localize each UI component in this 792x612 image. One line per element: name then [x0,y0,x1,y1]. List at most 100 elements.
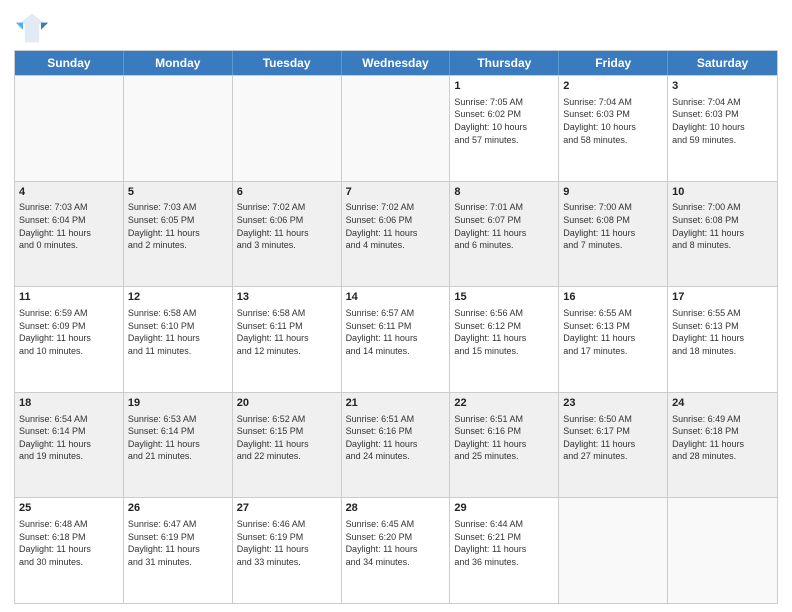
calendar-cell [342,76,451,181]
day-number: 6 [237,185,337,200]
weekday-header-thursday: Thursday [450,51,559,75]
calendar-cell: 12Sunrise: 6:58 AM Sunset: 6:10 PM Dayli… [124,287,233,392]
calendar-cell [668,498,777,603]
calendar-cell: 9Sunrise: 7:00 AM Sunset: 6:08 PM Daylig… [559,182,668,287]
day-number: 3 [672,79,773,94]
weekday-header-monday: Monday [124,51,233,75]
logo-icon [14,10,50,46]
calendar-cell: 24 Sunrise: 6:49 AM Sunset: 6:18 PM Dayli… [668,393,777,498]
calendar-cell [124,76,233,181]
day-info: Sunrise: 7:04 AM Sunset: 6:03 PM Dayligh… [563,96,663,146]
calendar-cell: 21 Sunrise: 6:51 AM Sunset: 6:16 PM Dayli… [342,393,451,498]
day-info: Sunrise: 6:48 AM Sunset: 6:18 PM Dayligh… [19,518,119,568]
weekday-header-wednesday: Wednesday [342,51,451,75]
logo [14,10,54,46]
day-info: Sunrise: 6:55 AM Sunset: 6:13 PM Dayligh… [672,307,773,357]
day-number: 20 [237,396,337,411]
day-number: 29 [454,501,554,516]
calendar-cell: 19Sunrise: 6:53 AM Sunset: 6:14 PM Dayli… [124,393,233,498]
day-info: Sunrise: 6:51 AM Sunset: 6:16 PM Dayligh… [346,413,446,463]
day-info: Sunrise: 6:46 AM Sunset: 6:19 PM Dayligh… [237,518,337,568]
calendar-cell: 3 Sunrise: 7:04 AM Sunset: 6:03 PM Daylig… [668,76,777,181]
weekday-header-saturday: Saturday [668,51,777,75]
week-row-0: 1 Sunrise: 7:05 AM Sunset: 6:02 PM Daylig… [15,75,777,181]
calendar-cell [15,76,124,181]
week-row-4: 25 Sunrise: 6:48 AM Sunset: 6:18 PM Dayli… [15,497,777,603]
day-info: Sunrise: 7:04 AM Sunset: 6:03 PM Dayligh… [672,96,773,146]
calendar-cell: 16 Sunrise: 6:55 AM Sunset: 6:13 PM Dayli… [559,287,668,392]
day-number: 23 [563,396,663,411]
calendar-cell: 23Sunrise: 6:50 AM Sunset: 6:17 PM Dayli… [559,393,668,498]
calendar-cell: 14 Sunrise: 6:57 AM Sunset: 6:11 PM Dayli… [342,287,451,392]
calendar-header: SundayMondayTuesdayWednesdayThursdayFrid… [15,51,777,75]
day-info: Sunrise: 6:55 AM Sunset: 6:13 PM Dayligh… [563,307,663,357]
calendar-cell: 2 Sunrise: 7:04 AM Sunset: 6:03 PM Daylig… [559,76,668,181]
calendar-cell: 1 Sunrise: 7:05 AM Sunset: 6:02 PM Daylig… [450,76,559,181]
calendar-cell: 4Sunrise: 7:03 AM Sunset: 6:04 PM Daylig… [15,182,124,287]
day-info: Sunrise: 7:03 AM Sunset: 6:04 PM Dayligh… [19,201,119,251]
day-number: 25 [19,501,119,516]
day-info: Sunrise: 7:05 AM Sunset: 6:02 PM Dayligh… [454,96,554,146]
calendar-cell: 6Sunrise: 7:02 AM Sunset: 6:06 PM Daylig… [233,182,342,287]
weekday-header-sunday: Sunday [15,51,124,75]
day-info: Sunrise: 7:00 AM Sunset: 6:08 PM Dayligh… [672,201,773,251]
calendar-cell: 28Sunrise: 6:45 AM Sunset: 6:20 PM Dayli… [342,498,451,603]
calendar-cell: 29 Sunrise: 6:44 AM Sunset: 6:21 PM Dayli… [450,498,559,603]
day-number: 4 [19,185,119,200]
day-info: Sunrise: 6:51 AM Sunset: 6:16 PM Dayligh… [454,413,554,463]
weekday-header-tuesday: Tuesday [233,51,342,75]
day-info: Sunrise: 6:52 AM Sunset: 6:15 PM Dayligh… [237,413,337,463]
day-number: 28 [346,501,446,516]
day-number: 7 [346,185,446,200]
day-info: Sunrise: 7:03 AM Sunset: 6:05 PM Dayligh… [128,201,228,251]
day-info: Sunrise: 6:58 AM Sunset: 6:11 PM Dayligh… [237,307,337,357]
day-number: 21 [346,396,446,411]
week-row-1: 4Sunrise: 7:03 AM Sunset: 6:04 PM Daylig… [15,181,777,287]
calendar-cell [233,76,342,181]
day-info: Sunrise: 6:53 AM Sunset: 6:14 PM Dayligh… [128,413,228,463]
day-info: Sunrise: 6:58 AM Sunset: 6:10 PM Dayligh… [128,307,228,357]
week-row-3: 18 Sunrise: 6:54 AM Sunset: 6:14 PM Dayli… [15,392,777,498]
day-info: Sunrise: 6:56 AM Sunset: 6:12 PM Dayligh… [454,307,554,357]
day-number: 24 [672,396,773,411]
calendar-cell: 7Sunrise: 7:02 AM Sunset: 6:06 PM Daylig… [342,182,451,287]
day-number: 27 [237,501,337,516]
day-info: Sunrise: 6:44 AM Sunset: 6:21 PM Dayligh… [454,518,554,568]
calendar-cell: 11Sunrise: 6:59 AM Sunset: 6:09 PM Dayli… [15,287,124,392]
day-number: 11 [19,290,119,305]
day-number: 10 [672,185,773,200]
day-number: 22 [454,396,554,411]
calendar-cell: 22 Sunrise: 6:51 AM Sunset: 6:16 PM Dayli… [450,393,559,498]
calendar-cell: 27 Sunrise: 6:46 AM Sunset: 6:19 PM Dayli… [233,498,342,603]
weekday-header-friday: Friday [559,51,668,75]
calendar-cell: 15 Sunrise: 6:56 AM Sunset: 6:12 PM Dayli… [450,287,559,392]
calendar-cell: 13Sunrise: 6:58 AM Sunset: 6:11 PM Dayli… [233,287,342,392]
day-number: 5 [128,185,228,200]
calendar-cell: 18 Sunrise: 6:54 AM Sunset: 6:14 PM Dayli… [15,393,124,498]
day-info: Sunrise: 6:54 AM Sunset: 6:14 PM Dayligh… [19,413,119,463]
day-info: Sunrise: 7:01 AM Sunset: 6:07 PM Dayligh… [454,201,554,251]
calendar-cell [559,498,668,603]
day-number: 18 [19,396,119,411]
day-number: 14 [346,290,446,305]
calendar-body: 1 Sunrise: 7:05 AM Sunset: 6:02 PM Daylig… [15,75,777,603]
day-number: 16 [563,290,663,305]
day-info: Sunrise: 7:02 AM Sunset: 6:06 PM Dayligh… [237,201,337,251]
week-row-2: 11Sunrise: 6:59 AM Sunset: 6:09 PM Dayli… [15,286,777,392]
day-number: 2 [563,79,663,94]
day-info: Sunrise: 7:00 AM Sunset: 6:08 PM Dayligh… [563,201,663,251]
header-row [14,10,778,46]
calendar-cell: 8Sunrise: 7:01 AM Sunset: 6:07 PM Daylig… [450,182,559,287]
day-number: 8 [454,185,554,200]
day-info: Sunrise: 6:49 AM Sunset: 6:18 PM Dayligh… [672,413,773,463]
day-info: Sunrise: 6:47 AM Sunset: 6:19 PM Dayligh… [128,518,228,568]
day-number: 9 [563,185,663,200]
calendar-cell: 26Sunrise: 6:47 AM Sunset: 6:19 PM Dayli… [124,498,233,603]
calendar-cell: 5Sunrise: 7:03 AM Sunset: 6:05 PM Daylig… [124,182,233,287]
day-number: 1 [454,79,554,94]
page: SundayMondayTuesdayWednesdayThursdayFrid… [0,0,792,612]
calendar-cell: 20 Sunrise: 6:52 AM Sunset: 6:15 PM Dayli… [233,393,342,498]
day-info: Sunrise: 6:57 AM Sunset: 6:11 PM Dayligh… [346,307,446,357]
calendar-cell: 17Sunrise: 6:55 AM Sunset: 6:13 PM Dayli… [668,287,777,392]
day-number: 15 [454,290,554,305]
